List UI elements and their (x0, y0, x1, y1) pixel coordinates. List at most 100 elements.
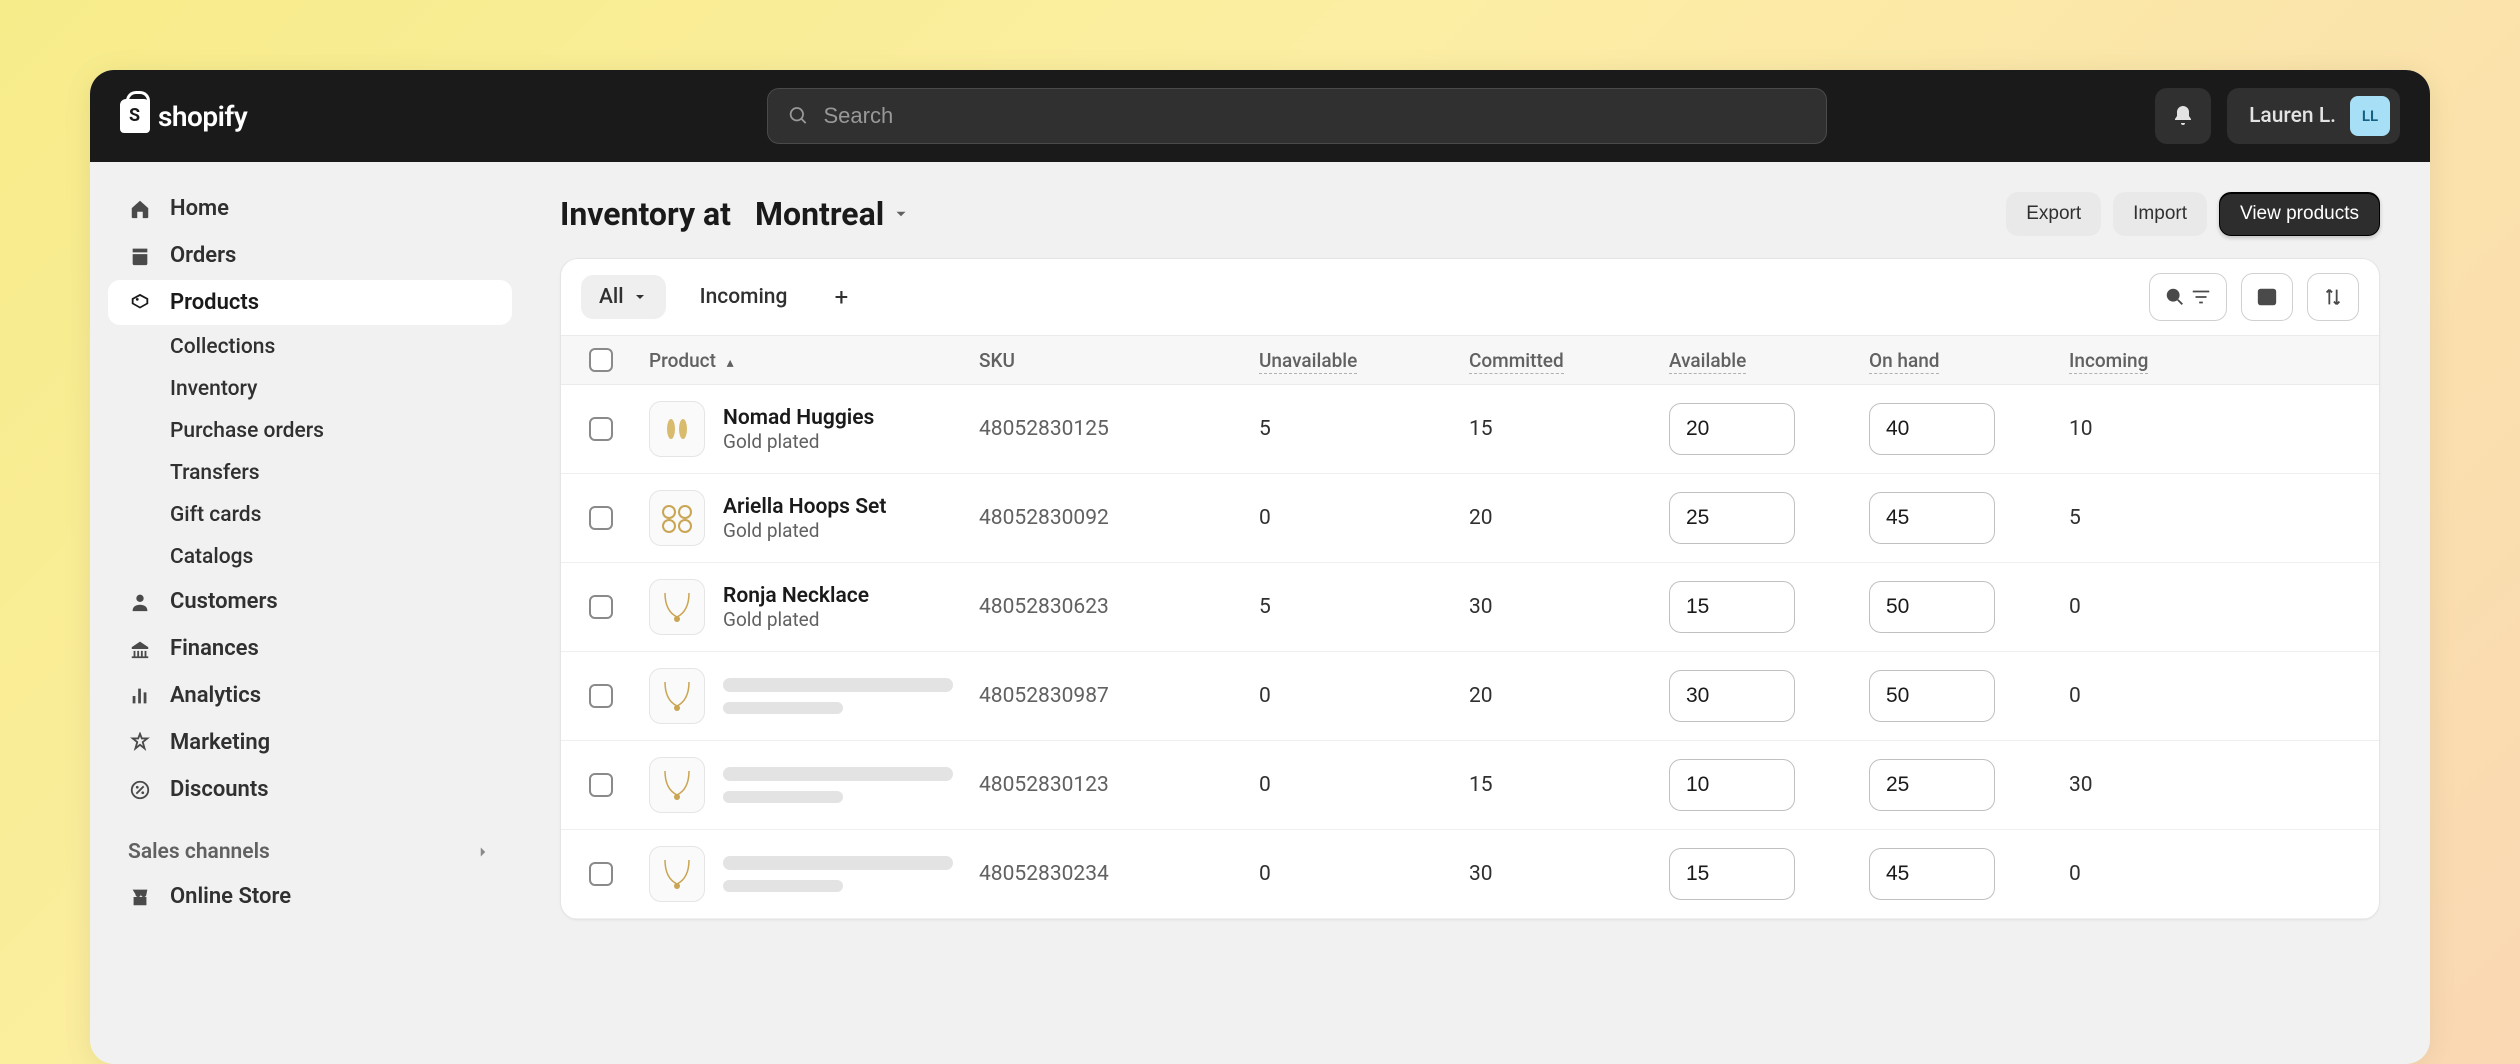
location-dropdown[interactable]: Montreal (755, 195, 910, 233)
product-thumbnail[interactable] (649, 579, 705, 635)
products-icon (128, 291, 152, 315)
shopify-bag-icon (120, 99, 150, 133)
sku-cell: 48052830234 (979, 862, 1259, 886)
discounts-icon (128, 778, 152, 802)
product-name[interactable]: Ariella Hoops Set (723, 495, 886, 519)
product-thumbnail[interactable] (649, 401, 705, 457)
available-input[interactable] (1669, 670, 1795, 722)
incoming-cell: 0 (2069, 684, 2189, 708)
sort-asc-icon: ▴ (727, 355, 734, 371)
sidebar-sub-catalogs[interactable]: Catalogs (108, 537, 512, 577)
sidebar-item-home[interactable]: Home (108, 186, 512, 231)
sidebar-item-online-store[interactable]: Online Store (108, 874, 512, 919)
add-view-button[interactable]: + (821, 277, 861, 317)
product-name[interactable]: Nomad Huggies (723, 406, 874, 430)
sku-cell: 48052830123 (979, 773, 1259, 797)
available-input[interactable] (1669, 581, 1795, 633)
sidebar-item-analytics[interactable]: Analytics (108, 673, 512, 718)
column-header-sku[interactable]: SKU (979, 349, 1259, 372)
committed-cell: 15 (1469, 773, 1669, 797)
main-content: Inventory at Montreal Export Import View… (530, 162, 2430, 1064)
user-menu[interactable]: Lauren L. LL (2227, 88, 2400, 144)
on-hand-input[interactable] (1869, 403, 1995, 455)
available-input[interactable] (1669, 848, 1795, 900)
columns-button[interactable] (2241, 273, 2293, 321)
on-hand-input[interactable] (1869, 670, 1995, 722)
column-header-unavailable[interactable]: Unavailable (1259, 349, 1469, 372)
view-products-button[interactable]: View products (2219, 192, 2380, 236)
select-all-checkbox[interactable] (589, 348, 613, 372)
bell-icon (2171, 104, 2195, 128)
unavailable-cell: 5 (1259, 417, 1469, 441)
on-hand-input[interactable] (1869, 848, 1995, 900)
row-checkbox[interactable] (589, 506, 613, 530)
committed-cell: 30 (1469, 862, 1669, 886)
column-header-product[interactable]: Product ▴ (649, 349, 979, 372)
sidebar-sub-gift-cards[interactable]: Gift cards (108, 495, 512, 535)
row-checkbox[interactable] (589, 595, 613, 619)
export-button[interactable]: Export (2006, 192, 2101, 236)
sku-cell: 48052830623 (979, 595, 1259, 619)
table-row: Nomad HuggiesGold plated4805283012551510 (561, 385, 2379, 474)
brand-logo[interactable]: shopify (120, 99, 247, 133)
sidebar-item-discounts[interactable]: Discounts (108, 767, 512, 812)
filter-lines-icon (2190, 286, 2212, 308)
product-variant: Gold plated (723, 430, 874, 453)
available-input[interactable] (1669, 403, 1795, 455)
inventory-table-card: All Incoming + (560, 258, 2380, 920)
sort-button[interactable] (2307, 273, 2359, 321)
import-button[interactable]: Import (2113, 192, 2207, 236)
sidebar-item-marketing[interactable]: Marketing (108, 720, 512, 765)
sidebar: Home Orders Products Collections Invento… (90, 162, 530, 1064)
unavailable-cell: 0 (1259, 773, 1469, 797)
search-filter-button[interactable] (2149, 273, 2227, 321)
sidebar-item-orders[interactable]: Orders (108, 233, 512, 278)
committed-cell: 15 (1469, 417, 1669, 441)
notifications-button[interactable] (2155, 88, 2211, 144)
sort-icon (2322, 286, 2344, 308)
sidebar-item-finances[interactable]: Finances (108, 626, 512, 671)
column-header-incoming[interactable]: Incoming (2069, 349, 2189, 372)
brand-text: shopify (158, 100, 247, 133)
on-hand-input[interactable] (1869, 759, 1995, 811)
sidebar-sub-collections[interactable]: Collections (108, 327, 512, 367)
row-checkbox[interactable] (589, 684, 613, 708)
column-header-on-hand[interactable]: On hand (1869, 349, 2069, 372)
sidebar-sub-transfers[interactable]: Transfers (108, 453, 512, 493)
row-checkbox[interactable] (589, 862, 613, 886)
tab-all[interactable]: All (581, 275, 666, 319)
sidebar-sub-inventory[interactable]: Inventory (108, 369, 512, 409)
row-checkbox[interactable] (589, 417, 613, 441)
product-thumbnail[interactable] (649, 846, 705, 902)
customers-icon (128, 590, 152, 614)
available-input[interactable] (1669, 759, 1795, 811)
unavailable-cell: 5 (1259, 595, 1469, 619)
sales-channels-header[interactable]: Sales channels (108, 814, 512, 874)
sidebar-sub-purchase-orders[interactable]: Purchase orders (108, 411, 512, 451)
on-hand-input[interactable] (1869, 581, 1995, 633)
column-header-available[interactable]: Available (1669, 349, 1869, 372)
tab-incoming[interactable]: Incoming (682, 275, 806, 319)
available-input[interactable] (1669, 492, 1795, 544)
product-name[interactable]: Ronja Necklace (723, 584, 869, 608)
column-header-committed[interactable]: Committed (1469, 349, 1669, 372)
committed-cell: 20 (1469, 506, 1669, 530)
on-hand-input[interactable] (1869, 492, 1995, 544)
product-thumbnail[interactable] (649, 757, 705, 813)
table-row: 480528309870200 (561, 652, 2379, 741)
row-checkbox[interactable] (589, 773, 613, 797)
skeleton-line (723, 880, 843, 892)
search-input-wrap[interactable] (767, 88, 1827, 144)
home-icon (128, 197, 152, 221)
product-thumbnail[interactable] (649, 490, 705, 546)
search-input[interactable] (823, 103, 1806, 129)
product-thumbnail[interactable] (649, 668, 705, 724)
sku-cell: 48052830987 (979, 684, 1259, 708)
skeleton-line (723, 767, 953, 781)
table-row: 4805283012301530 (561, 741, 2379, 830)
avatar: LL (2350, 96, 2390, 136)
skeleton-line (723, 791, 843, 803)
sidebar-item-products[interactable]: Products (108, 280, 512, 325)
unavailable-cell: 0 (1259, 862, 1469, 886)
sidebar-item-customers[interactable]: Customers (108, 579, 512, 624)
